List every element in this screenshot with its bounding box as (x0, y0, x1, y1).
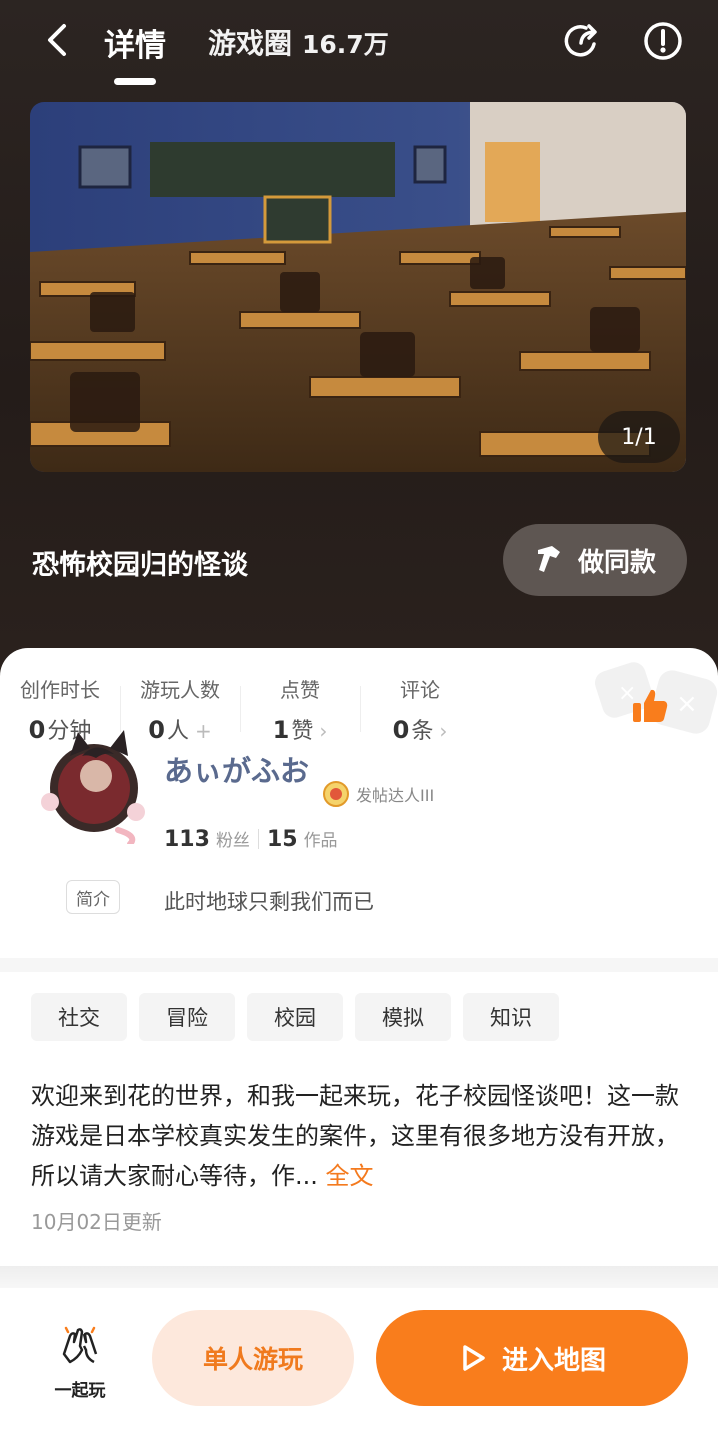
stat-number: 1 (272, 716, 290, 744)
stat-unit: 人 (166, 719, 189, 744)
intro-badge: 简介 (66, 880, 120, 914)
section-divider (0, 1266, 718, 1288)
play-together-label: 一起玩 (54, 1381, 106, 1401)
tag-item[interactable]: 冒险 (139, 993, 235, 1041)
stat-suffix: + (194, 719, 212, 743)
stat-label: 游玩人数 (140, 678, 220, 702)
followers-count: 113 (164, 827, 210, 852)
stat-unit: 条 (411, 719, 434, 744)
chevron-right-icon: › (319, 719, 328, 743)
game-screenshot[interactable] (30, 102, 686, 472)
works-label: 作品 (303, 831, 338, 851)
game-title: 恐怖校园归的怪谈 (32, 550, 248, 581)
section-divider (0, 958, 718, 972)
stat-unit: 赞 (291, 719, 314, 744)
play-icon (463, 1345, 485, 1371)
tab-active-indicator (114, 78, 156, 85)
stat-label: 评论 (400, 678, 440, 702)
solo-play-button[interactable]: 单人游玩 (152, 1310, 354, 1406)
avatar[interactable] (38, 726, 152, 844)
share-icon[interactable] (560, 18, 606, 64)
stat-label: 点赞 (280, 678, 320, 702)
high-five-icon (62, 1326, 98, 1364)
stat-number: 0 (392, 716, 410, 744)
tab-game-circle[interactable]: 游戏圈 16.7万 (208, 22, 389, 62)
author-name[interactable]: あぃがふお (164, 748, 309, 790)
stat-value: 1 赞 › (240, 713, 360, 745)
report-icon[interactable] (640, 18, 686, 64)
divider (257, 829, 259, 849)
followers-label: 粉丝 (215, 831, 250, 851)
updated-date: 10月02日更新 (31, 1210, 162, 1234)
make-same-button[interactable]: 做同款 (503, 524, 687, 596)
make-same-label: 做同款 (577, 547, 656, 578)
play-together-button[interactable]: 一起玩 (44, 1324, 116, 1401)
classroom-image (30, 102, 686, 472)
tag-item[interactable]: 校园 (247, 993, 343, 1041)
enter-map-label: 进入地图 (501, 1345, 606, 1376)
page-indicator: 1/1 (598, 411, 680, 463)
level-label: 发帖达人III (356, 786, 435, 805)
stat-comments[interactable]: 评论 0 条 › (360, 674, 480, 746)
stat-likes[interactable]: 点赞 1 赞 › (240, 674, 360, 746)
stat-label: 创作时长 (20, 678, 100, 702)
tab-detail[interactable]: 详情 (104, 20, 166, 65)
works-count: 15 (266, 827, 298, 852)
medal-icon (323, 781, 349, 807)
game-description: 欢迎来到花的世界，和我一起来玩，花子校园怪谈吧！这一款游戏是日本学校真实发生的案… (31, 1076, 691, 1196)
tab-game-circle-count: 16.7万 (302, 30, 389, 59)
tag-item[interactable]: 社交 (31, 993, 127, 1041)
tag-item[interactable]: 知识 (463, 993, 559, 1041)
enter-map-button[interactable]: 进入地图 (376, 1310, 688, 1406)
back-icon[interactable] (40, 20, 76, 60)
stat-value: 0 条 › (360, 713, 480, 745)
tag-item[interactable]: 模拟 (355, 993, 451, 1041)
level-badge: 发帖达人III (322, 780, 434, 808)
chevron-right-icon: › (439, 719, 448, 743)
tab-game-circle-label: 游戏圈 (208, 27, 293, 60)
hammer-icon (537, 546, 560, 572)
thumbs-up-icon[interactable] (630, 686, 670, 726)
detail-sheet: × × 创作时长 0 分钟 游玩人数 0 人 + 点赞 1 赞 › 评论 0 条… (0, 648, 718, 1450)
top-nav: 详情 游戏圈 16.7万 (0, 0, 718, 90)
svg-text:×: × (676, 689, 698, 719)
author-stats: 113 粉丝 15 作品 (164, 826, 338, 852)
read-more-link[interactable]: 全文 (326, 1162, 374, 1190)
author-bio: 此时地球只剩我们而已 (164, 890, 374, 914)
tag-list: 社交 冒险 校园 模拟 知识 (31, 993, 559, 1041)
